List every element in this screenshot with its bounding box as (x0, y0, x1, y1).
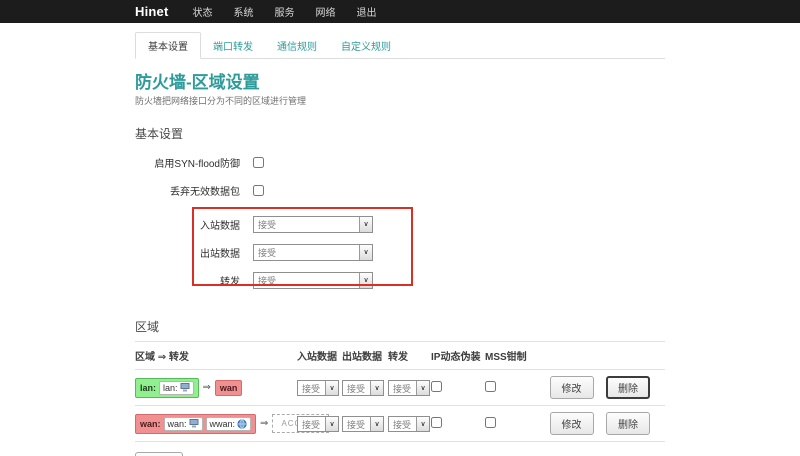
col-mss-clamping: MSS钳制 (485, 342, 545, 370)
nav-item-logout[interactable]: 退出 (357, 4, 377, 19)
tab-port-forwarding[interactable]: 端口转发 (201, 33, 265, 58)
edit-zone-button[interactable]: 修改 (550, 376, 594, 399)
zones-table: 区域 ⇒ 转发 入站数据 出站数据 转发 IP动态伪装 MSS钳制 lan: l… (135, 341, 665, 442)
col-output: 出站数据 (342, 342, 388, 370)
chevron-down-icon: ∨ (416, 381, 429, 395)
interface-badge-lan: lan: (159, 381, 194, 395)
zone-name: wan: (140, 419, 161, 429)
row-input-select[interactable]: 接受∨ (297, 380, 339, 396)
zone-row-wan: wan: wan: wwan: ⇒ ACCEPT (135, 406, 665, 442)
top-nav-bar: Hinet 状态 系统 服务 网络 退出 (0, 0, 800, 23)
col-input: 入站数据 (297, 342, 342, 370)
brand-logo[interactable]: Hinet (135, 4, 169, 19)
zone-badge-wan-target: wan (215, 380, 243, 396)
mss-clamping-checkbox[interactable] (485, 381, 496, 392)
edit-zone-button[interactable]: 修改 (550, 412, 594, 435)
forward-policy-select[interactable]: 接受 ∨ (253, 272, 373, 289)
zone-badge-lan: lan: lan: (135, 378, 199, 398)
col-forward: 转发 (388, 342, 431, 370)
chevron-down-icon: ∨ (370, 417, 383, 431)
forward-arrow-icon: ⇒ (203, 382, 211, 393)
syn-flood-checkbox[interactable] (253, 157, 264, 168)
top-menu: 状态 系统 服务 网络 退出 (193, 4, 377, 19)
forward-policy-label: 转发 (135, 273, 240, 288)
delete-zone-button[interactable]: 删除 (606, 376, 650, 399)
input-policy-label: 入站数据 (135, 217, 240, 232)
col-zone-forwardings: 区域 ⇒ 转发 (135, 342, 297, 370)
tab-bar: 基本设置 端口转发 通信规则 自定义规则 (135, 32, 665, 59)
output-policy-select[interactable]: 接受 ∨ (253, 244, 373, 261)
nav-item-network[interactable]: 网络 (316, 4, 336, 19)
ethernet-icon (189, 419, 199, 428)
zone-name: lan: (140, 383, 156, 393)
chevron-down-icon: ∨ (325, 417, 338, 431)
nav-item-system[interactable]: 系统 (234, 4, 254, 19)
select-value: 接受 (258, 274, 276, 287)
mss-clamping-checkbox[interactable] (485, 417, 496, 428)
table-header-row: 区域 ⇒ 转发 入站数据 出站数据 转发 IP动态伪装 MSS钳制 (135, 342, 665, 370)
col-actions (545, 342, 665, 370)
select-value: 接受 (258, 218, 276, 231)
chevron-down-icon: ∨ (359, 245, 372, 260)
add-zone-button[interactable]: 添加 (135, 452, 183, 456)
section-zones: 区域 (135, 318, 665, 335)
select-value: 接受 (258, 246, 276, 259)
zone-badge-wan: wan: wan: wwan: (135, 414, 256, 434)
nav-item-status[interactable]: 状态 (193, 4, 213, 19)
page-title: 防火墙-区域设置 (135, 68, 665, 93)
chevron-down-icon: ∨ (416, 417, 429, 431)
output-policy-label: 出站数据 (135, 245, 240, 260)
chevron-down-icon: ∨ (370, 381, 383, 395)
forward-arrow-icon: ⇒ (260, 418, 268, 429)
tab-basic-settings[interactable]: 基本设置 (135, 32, 201, 59)
col-masquerading: IP动态伪装 (431, 342, 485, 370)
drop-invalid-checkbox[interactable] (253, 185, 264, 196)
interface-badge-wwan: wwan: (206, 417, 252, 431)
page-subtitle: 防火墙把网络接口分为不同的区域进行管理 (135, 94, 665, 107)
section-basic-settings: 基本设置 (135, 125, 665, 142)
drop-invalid-label: 丢弃无效数据包 (135, 183, 240, 198)
nav-item-services[interactable]: 服务 (275, 4, 295, 19)
row-output-select[interactable]: 接受∨ (342, 380, 384, 396)
masquerading-checkbox[interactable] (431, 381, 442, 392)
chevron-down-icon: ∨ (325, 381, 338, 395)
row-input-select[interactable]: 接受∨ (297, 416, 339, 432)
globe-icon (237, 419, 247, 429)
row-forward-select[interactable]: 接受∨ (388, 380, 430, 396)
main-content: 基本设置 端口转发 通信规则 自定义规则 防火墙-区域设置 防火墙把网络接口分为… (135, 32, 665, 456)
ethernet-icon (180, 383, 190, 392)
tab-custom-rules[interactable]: 自定义规则 (329, 33, 403, 58)
tab-traffic-rules[interactable]: 通信规则 (265, 33, 329, 58)
chevron-down-icon: ∨ (359, 273, 372, 288)
chevron-down-icon: ∨ (359, 217, 372, 232)
row-output-select[interactable]: 接受∨ (342, 416, 384, 432)
delete-zone-button[interactable]: 删除 (606, 412, 650, 435)
syn-flood-label: 启用SYN-flood防御 (135, 155, 240, 170)
masquerading-checkbox[interactable] (431, 417, 442, 428)
zone-row-lan: lan: lan: ⇒ wan 接受∨ 接受∨ 接受∨ (135, 370, 665, 406)
interface-badge-wan: wan: (164, 417, 203, 431)
input-policy-select[interactable]: 接受 ∨ (253, 216, 373, 233)
row-forward-select[interactable]: 接受∨ (388, 416, 430, 432)
